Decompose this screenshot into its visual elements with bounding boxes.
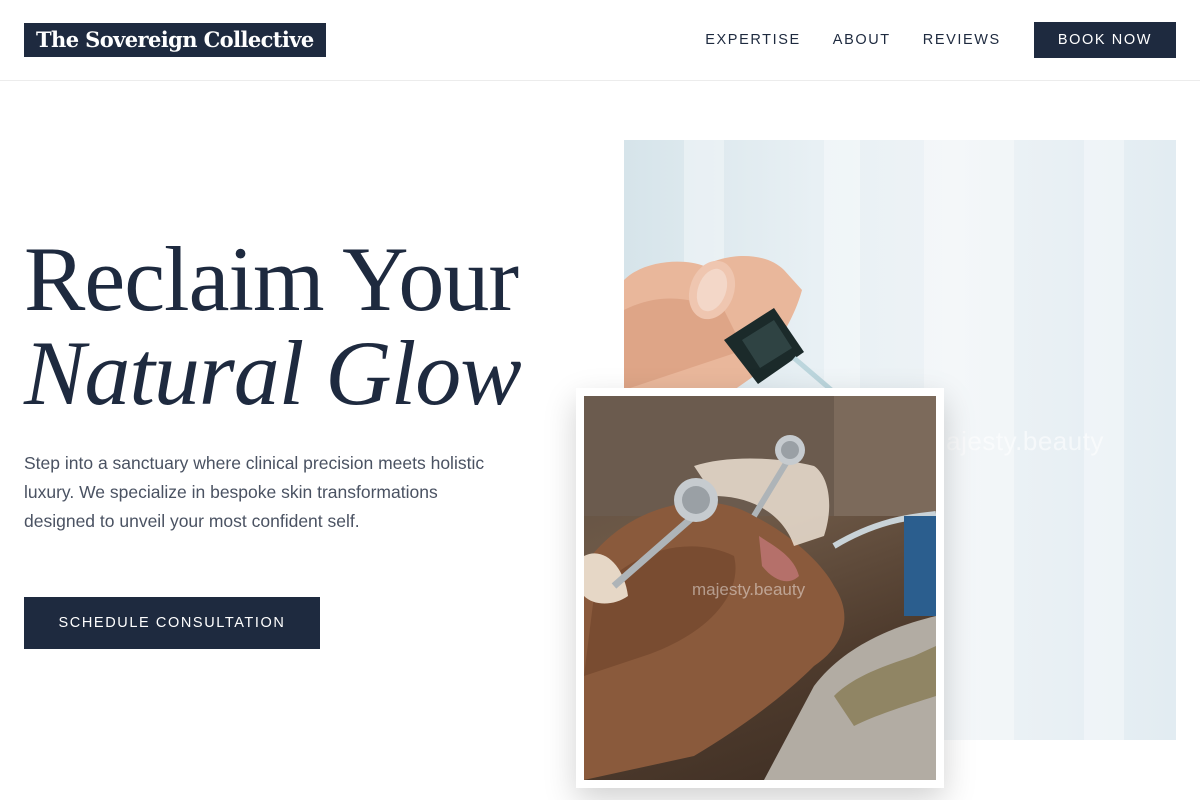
hero-description: Step into a sanctuary where clinical pre…: [24, 453, 485, 531]
book-now-button[interactable]: BOOK NOW: [1033, 22, 1176, 58]
hero-title-line2: Natural Glow: [24, 322, 522, 424]
hero-title: Reclaim Your Natural Glow: [24, 228, 522, 424]
treatment-photo-frame: majesty.beauty: [576, 388, 944, 788]
schedule-consultation-button[interactable]: SCHEDULE CONSULTATION: [24, 597, 320, 649]
front-watermark: majesty.beauty: [692, 580, 806, 599]
brand-logo[interactable]: The Sovereign Collective: [24, 23, 326, 57]
main-nav: EXPERTISE ABOUT REVIEWS BOOK NOW: [705, 22, 1176, 58]
site-header: The Sovereign Collective EXPERTISE ABOUT…: [0, 0, 1200, 81]
hero-title-line1: Reclaim Your: [24, 228, 519, 330]
nav-link-about[interactable]: ABOUT: [833, 32, 891, 48]
treatment-photo: majesty.beauty: [584, 396, 936, 780]
nav-link-expertise[interactable]: EXPERTISE: [705, 32, 801, 48]
back-watermark: majesty.beauty: [924, 426, 1104, 456]
nav-link-reviews[interactable]: REVIEWS: [923, 32, 1001, 48]
